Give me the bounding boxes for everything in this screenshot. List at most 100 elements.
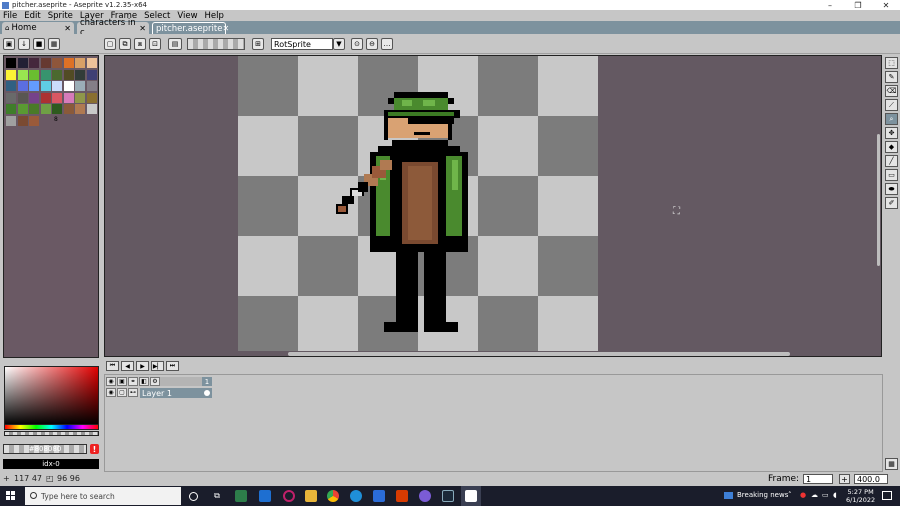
eye-icon[interactable]: ◉ [106,377,116,386]
palette-swatch[interactable] [86,69,97,80]
palette-swatch[interactable] [29,69,39,80]
steam-icon[interactable] [442,490,454,502]
rectangle-icon[interactable]: ▭ [885,169,898,181]
palette-swatch[interactable] [29,92,39,103]
palette-swatch[interactable] [40,104,51,114]
palette-swatch[interactable] [63,58,74,68]
palette-swatch[interactable] [40,58,51,68]
edge-icon[interactable] [350,490,362,502]
palette-swatch[interactable] [75,104,85,114]
palette-swatch[interactable] [75,69,85,80]
opera-icon[interactable] [283,490,295,502]
contour-icon[interactable]: ✐ [885,197,898,209]
palette-swatch[interactable] [52,104,62,114]
layer-lock-icon[interactable]: ▢ [117,388,127,397]
selection-subtract-icon[interactable]: ⧈ [134,38,146,50]
taskbar-search[interactable]: Type here to search [25,487,181,505]
chevron-down-icon[interactable]: ▼ [333,38,345,50]
layer-eye-icon[interactable]: ◉ [106,388,116,397]
menu-view[interactable]: View [177,11,197,21]
palette-swatch[interactable] [6,81,16,91]
warning-icon[interactable]: ! [90,444,99,454]
selection-replace-icon[interactable]: ▢ [104,38,116,50]
color-spectrum[interactable] [4,366,99,426]
palette-swatch[interactable] [63,92,74,103]
palette-swatch[interactable] [17,115,28,126]
palette-swatch[interactable] [75,81,85,91]
menu-edit[interactable]: Edit [24,11,40,21]
move-icon[interactable]: ✥ [885,127,898,139]
layer-continuous-icon[interactable]: ⊷ [128,388,138,397]
palette-swatch[interactable] [17,58,28,68]
hue-slider[interactable] [4,424,99,430]
palette-swatch[interactable] [6,104,16,114]
close-button[interactable]: ✕ [872,0,900,10]
selection-intersect-icon[interactable]: ⊡ [149,38,161,50]
rotate-icon[interactable]: ⊖ [366,38,378,50]
sprite-canvas[interactable] [238,56,599,351]
marquee-icon[interactable]: ⬚ [885,57,898,69]
mail-app-icon[interactable] [259,490,271,502]
close-tab-icon[interactable]: ✕ [64,24,71,33]
lock-icon[interactable]: ▣ [117,377,127,386]
eraser-icon[interactable]: ⌫ [885,85,898,97]
chevron-up-icon[interactable]: ˄ [788,491,792,499]
cel[interactable] [202,388,212,398]
more-options-icon[interactable]: … [381,38,393,50]
palette-swatch[interactable] [52,58,62,68]
file-explorer-icon[interactable] [305,490,317,502]
transparent-color-icon[interactable]: ▤ [168,38,182,50]
rotation-algorithm-select[interactable]: RotSprite [271,38,333,50]
canvas-area[interactable]: ⛶ [104,55,882,357]
office-icon[interactable] [396,490,408,502]
palette-swatch[interactable] [86,104,97,114]
menu-file[interactable]: File [3,11,17,21]
mail-icon[interactable] [373,490,385,502]
palette-swatch[interactable] [40,81,51,91]
palette-swatch[interactable] [6,58,16,68]
palette-swatch[interactable] [63,104,74,114]
windows-start-icon[interactable] [6,491,16,501]
palette-swatch[interactable] [6,115,16,126]
task-view-icon[interactable]: ⧉ [211,490,223,502]
zoom-input[interactable]: 400.0 [854,474,888,484]
notifications-icon[interactable] [882,491,892,500]
tab-pitcher[interactable]: pitcher.aseprite ✕ [152,22,229,34]
minimize-button[interactable]: – [816,0,844,10]
close-tab-icon[interactable]: ✕ [222,24,229,33]
lock-icon[interactable]: ▣ [3,38,15,50]
system-clock[interactable]: 5:27 PM 6/1/2022 [846,488,875,504]
arrow-down-icon[interactable]: ↓ [18,38,30,50]
line-icon[interactable]: ╱ [885,155,898,167]
palette-swatch[interactable] [40,69,51,80]
eyedropper-icon[interactable]: ⟋ [885,99,898,111]
vertical-scrollbar[interactable] [877,134,880,266]
palette-swatch[interactable] [75,92,85,103]
first-frame-icon[interactable]: ⏮ [106,361,119,371]
maximize-button[interactable]: ❐ [844,0,872,10]
volume-icon[interactable]: ◖ [833,491,837,499]
news-widget[interactable]: Breaking news [737,491,788,499]
palette-swatch[interactable] [40,92,51,103]
close-tab-icon[interactable]: ✕ [139,24,146,33]
pivot-icon[interactable]: ⊞ [252,38,264,50]
menu-help[interactable]: Help [205,11,224,21]
palette-swatch[interactable] [17,92,28,103]
network-icon[interactable]: ▭ [822,491,829,499]
discord-icon[interactable] [419,490,431,502]
transparent-color-field[interactable] [187,38,245,50]
zoom-icon[interactable]: ⌕ [885,113,898,125]
zoom-plus-button[interactable]: + [839,474,850,484]
chrome-icon[interactable] [327,490,339,502]
grid-icon[interactable]: ▦ [48,38,60,50]
palette-swatch[interactable] [86,92,97,103]
palette-swatch[interactable] [17,104,28,114]
palette-swatch[interactable] [17,69,28,80]
alpha-slider[interactable] [4,431,99,436]
frame-header[interactable]: 1 [202,377,212,386]
palette-swatch[interactable] [29,81,39,91]
pencil-icon[interactable]: ✎ [885,71,898,83]
cloud-icon[interactable]: ☁ [811,491,818,499]
palette-swatch[interactable] [63,69,74,80]
security-icon[interactable]: ● [800,491,806,499]
